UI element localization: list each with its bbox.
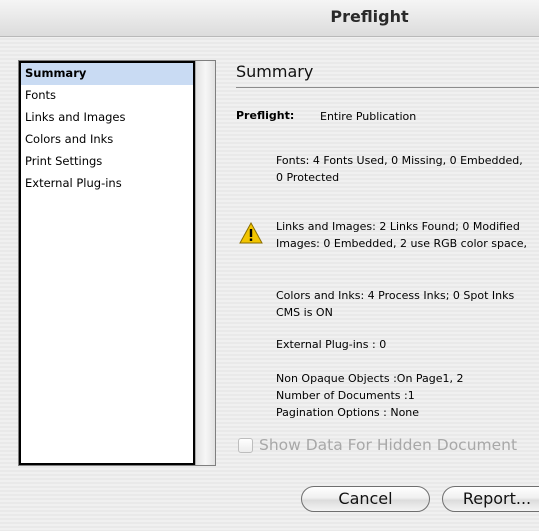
cancel-button[interactable]: Cancel bbox=[301, 486, 430, 512]
colors-summary-line: CMS is ON bbox=[276, 306, 333, 319]
list-scrollbar[interactable] bbox=[195, 61, 215, 465]
list-item-links-and-images[interactable]: Links and Images bbox=[21, 107, 193, 129]
colors-summary-line: Colors and Inks: 4 Process Inks; 0 Spot … bbox=[276, 289, 515, 302]
fonts-summary-line: 0 Protected bbox=[276, 171, 340, 184]
links-summary-line: Links and Images: 2 Links Found; 0 Modif… bbox=[276, 220, 520, 233]
section-list-box: Summary Fonts Links and Images Colors an… bbox=[19, 61, 195, 465]
title-bar[interactable]: Preflight bbox=[0, 0, 539, 37]
window-title: Preflight bbox=[330, 7, 409, 26]
section-list: Summary Fonts Links and Images Colors an… bbox=[18, 60, 216, 466]
list-item-summary[interactable]: Summary bbox=[21, 63, 193, 85]
warning-icon bbox=[239, 222, 263, 244]
preflight-window: Preflight Summary Fonts Links and Images… bbox=[0, 0, 539, 531]
links-summary-line: Images: 0 Embedded, 2 use RGB color spac… bbox=[276, 237, 528, 250]
list-item-print-settings[interactable]: Print Settings bbox=[21, 151, 193, 173]
other-summary: Non Opaque Objects :On Page1, 2 Number o… bbox=[276, 370, 539, 421]
heading-divider bbox=[236, 87, 539, 88]
list-item-colors-and-inks[interactable]: Colors and Inks bbox=[21, 129, 193, 151]
panel-heading: Summary bbox=[236, 62, 314, 81]
list-item-external-plug-ins[interactable]: External Plug-ins bbox=[21, 173, 193, 195]
list-item-fonts[interactable]: Fonts bbox=[21, 85, 193, 107]
show-hidden-label: Show Data For Hidden Document bbox=[259, 436, 518, 454]
links-summary: Links and Images: 2 Links Found; 0 Modif… bbox=[276, 218, 539, 252]
preflight-label: Preflight: bbox=[236, 109, 295, 122]
fonts-summary-line: Fonts: 4 Fonts Used, 0 Missing, 0 Embedd… bbox=[276, 154, 523, 167]
colors-summary: Colors and Inks: 4 Process Inks; 0 Spot … bbox=[276, 287, 539, 321]
plugins-summary-line: External Plug-ins : 0 bbox=[276, 338, 387, 351]
show-hidden-checkbox[interactable] bbox=[238, 437, 253, 453]
other-summary-line: Non Opaque Objects :On Page1, 2 bbox=[276, 372, 464, 385]
fonts-summary: Fonts: 4 Fonts Used, 0 Missing, 0 Embedd… bbox=[276, 152, 539, 186]
report-button[interactable]: Report... bbox=[442, 486, 539, 512]
show-hidden-option[interactable]: Show Data For Hidden Document bbox=[238, 434, 517, 456]
plugins-summary: External Plug-ins : 0 bbox=[276, 336, 539, 353]
other-summary-line: Pagination Options : None bbox=[276, 406, 420, 419]
preflight-value: Entire Publication bbox=[320, 110, 417, 123]
other-summary-line: Number of Documents :1 bbox=[276, 389, 415, 402]
